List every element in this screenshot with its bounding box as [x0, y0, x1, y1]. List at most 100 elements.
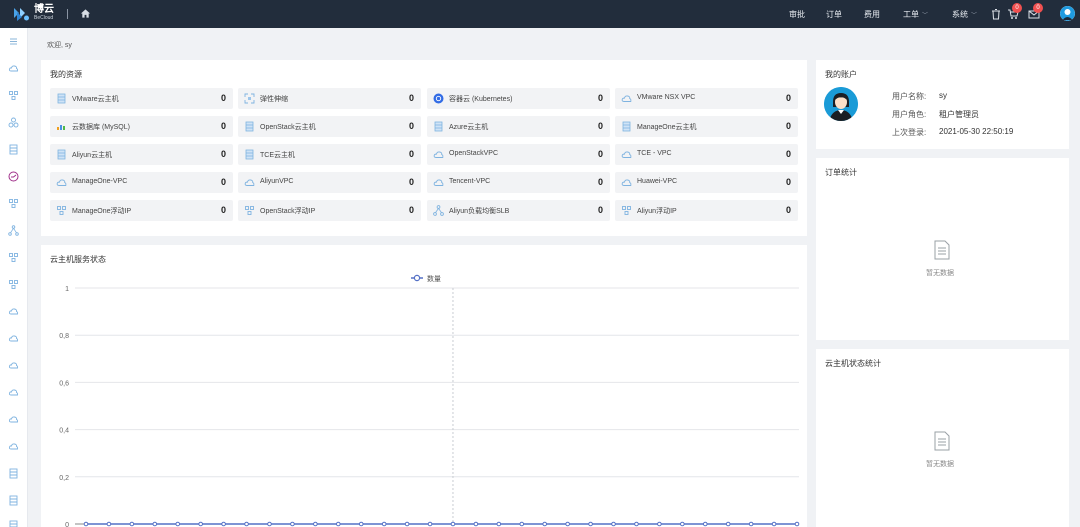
cloud-icon[interactable]	[8, 387, 19, 398]
network-icon	[57, 206, 66, 215]
database-icon	[57, 125, 65, 130]
scale-icon	[244, 93, 255, 104]
home-icon[interactable]	[80, 8, 91, 19]
cluster-icon[interactable]	[8, 117, 19, 128]
cloud-icon[interactable]	[8, 333, 19, 344]
resource-item[interactable]: Aliyun浮动IP 0	[615, 200, 798, 221]
resources-card: 我的资源 VMware云主机 0 弹性伸缩 0 容器云 (Kubernetes) 0 VMw…	[41, 60, 807, 236]
legend-label: 数量	[427, 274, 441, 283]
server-icon[interactable]	[8, 520, 19, 527]
orders-empty-text: 暂无数据	[926, 270, 954, 277]
resource-item[interactable]: 云数据库 (MySQL) 0	[50, 116, 233, 137]
resource-item[interactable]: OpenStackVPC 0	[427, 144, 610, 165]
resource-count: 0	[597, 177, 603, 187]
resource-name: Tencent-VPC	[449, 178, 491, 185]
resource-name: TCE - VPC	[637, 150, 672, 157]
cloud-icon	[433, 151, 444, 158]
cloud-icon	[433, 179, 444, 186]
resource-name: AliyunVPC	[260, 178, 294, 185]
server-icon	[245, 121, 254, 132]
resource-count: 0	[785, 177, 791, 187]
topology-icon[interactable]	[8, 225, 19, 236]
resource-item[interactable]: OpenStack浮动IP 0	[238, 200, 421, 221]
menu-toggle-icon[interactable]	[8, 36, 19, 47]
resource-item[interactable]: ManageOne浮动IP 0	[50, 200, 233, 221]
data-point	[175, 521, 181, 527]
network-icon	[622, 206, 631, 215]
data-point	[358, 521, 364, 527]
nav-system[interactable]: 系统 ﹀	[952, 9, 977, 20]
data-point	[496, 521, 502, 527]
resource-item[interactable]: Aliyun云主机 0	[50, 144, 233, 165]
orders-card: 订单统计 暂无数据	[816, 158, 1069, 340]
account-avatar	[824, 87, 858, 121]
network-icon[interactable]	[8, 279, 19, 290]
loadbalancer-icon	[433, 205, 444, 216]
resource-name: Aliyun负载均衡SLB	[449, 208, 510, 215]
resource-count: 0	[408, 93, 414, 103]
resource-count: 0	[785, 93, 791, 103]
resource-item[interactable]: ManageOne-VPC 0	[50, 172, 233, 193]
data-point	[771, 521, 777, 527]
resource-item[interactable]: VMware NSX VPC 0	[615, 88, 798, 109]
resource-item[interactable]: Aliyun负载均衡SLB 0	[427, 200, 610, 221]
server-icon[interactable]	[8, 495, 19, 506]
data-point	[427, 521, 433, 527]
vm-status-title: 云主机状态统计	[825, 359, 881, 368]
nav-costs[interactable]: 费用	[864, 9, 880, 20]
account-role-row: 用户角色: 租户管理员	[892, 109, 979, 120]
resource-item[interactable]: AliyunVPC 0	[238, 172, 421, 193]
becloud-logo-icon[interactable]	[12, 6, 30, 22]
resource-item[interactable]: Azure云主机 0	[427, 116, 610, 137]
network-icon[interactable]	[8, 90, 19, 101]
resource-name: ManageOne-VPC	[72, 178, 128, 185]
nav-tickets[interactable]: 工单 ﹀	[903, 9, 928, 20]
resource-item[interactable]: 容器云 (Kubernetes) 0	[427, 88, 610, 109]
cloud-icon	[621, 95, 632, 102]
resource-count: 0	[220, 205, 226, 215]
resource-item[interactable]: Huawei-VPC 0	[615, 172, 798, 193]
resource-count: 0	[785, 205, 791, 215]
dashboard-icon[interactable]	[8, 171, 19, 182]
resource-item[interactable]: ManageOne云主机 0	[615, 116, 798, 137]
last-login-value: 2021-05-30 22:50:19	[939, 127, 1014, 136]
nav-tickets-label: 工单	[903, 10, 919, 19]
kubernetes-icon	[433, 93, 444, 104]
resource-name: TCE云主机	[260, 152, 295, 159]
nav-approval[interactable]: 审批	[789, 9, 805, 20]
cloud-icon[interactable]	[8, 306, 19, 317]
trash-icon[interactable]	[990, 8, 1002, 20]
server-icon	[57, 93, 66, 104]
resource-count: 0	[220, 177, 226, 187]
cloud-icon[interactable]	[8, 441, 19, 452]
resource-item[interactable]: Tencent-VPC 0	[427, 172, 610, 193]
server-icon[interactable]	[8, 144, 19, 155]
resources-title: 我的资源	[50, 70, 82, 79]
resource-count: 0	[597, 93, 603, 103]
user-avatar[interactable]	[1060, 6, 1075, 21]
message-badge: 0	[1033, 3, 1043, 13]
data-point	[680, 521, 685, 527]
data-point	[542, 521, 548, 527]
network-icon[interactable]	[8, 252, 19, 263]
data-point	[634, 521, 639, 527]
cloud-icon[interactable]	[8, 63, 19, 74]
resource-count: 0	[597, 121, 603, 131]
nav-orders[interactable]: 订单	[826, 9, 842, 20]
resource-item[interactable]: TCE云主机 0	[238, 144, 421, 165]
resource-name: VMware云主机	[72, 96, 119, 103]
resource-item[interactable]: VMware云主机 0	[50, 88, 233, 109]
brand[interactable]: 博云 BeCloud	[34, 5, 54, 21]
account-username-row: 用户名称: sy	[892, 91, 947, 102]
cloud-icon[interactable]	[8, 414, 19, 425]
data-point	[657, 521, 662, 527]
resource-name: OpenStack浮动IP	[260, 208, 316, 215]
data-point	[106, 521, 112, 527]
resource-name: Aliyun浮动IP	[637, 208, 677, 215]
server-icon[interactable]	[8, 468, 19, 479]
resource-item[interactable]: 弹性伸缩 0	[238, 88, 421, 109]
resource-item[interactable]: TCE - VPC 0	[615, 144, 798, 165]
cloud-icon[interactable]	[8, 360, 19, 371]
resource-item[interactable]: OpenStack云主机 0	[238, 116, 421, 137]
network-icon[interactable]	[8, 198, 19, 209]
